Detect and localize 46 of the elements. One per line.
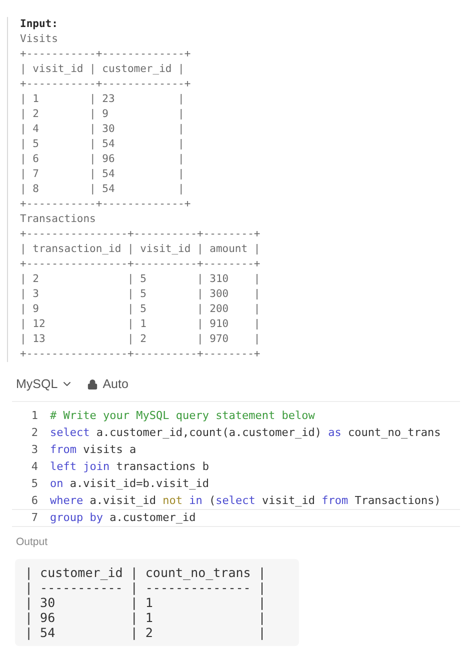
table-text-line: | 5 | 54 | xyxy=(20,137,184,152)
language-selector[interactable]: MySQL xyxy=(16,374,73,394)
line-number: 5 xyxy=(30,476,38,492)
table-text-line: | 3 | 5 | 300 | xyxy=(20,287,260,302)
table-text-line: | 2 | 9 | xyxy=(20,107,184,122)
output-text-line: | 54 | 2 | xyxy=(25,624,266,640)
table-text-line: | 1 | 23 | xyxy=(20,92,184,107)
line-number: 7 xyxy=(30,510,38,526)
output-label: Output xyxy=(16,535,48,550)
table-text-line: | 8 | 54 | xyxy=(20,182,184,197)
code-line: from visits a xyxy=(50,442,136,458)
table-text-line: +----------------+----------+--------+ xyxy=(20,257,260,272)
output-text-line: | customer_id | count_no_trans | xyxy=(25,564,266,580)
code-line: # Write your MySQL query statement below xyxy=(50,408,315,424)
output-text-line: | 30 | 1 | xyxy=(25,594,266,610)
table-text-line: | 9 | 5 | 200 | xyxy=(20,302,260,317)
code-line: on a.visit_id=b.visit_id xyxy=(50,476,209,492)
table-text-line: | 12 | 1 | 910 | xyxy=(20,317,260,332)
table-text-line: | 6 | 96 | xyxy=(20,152,184,167)
table-text-line: | 2 | 5 | 310 | xyxy=(20,272,260,287)
code-line: where a.visit_id not in (select visit_id from Transactions) xyxy=(50,493,441,509)
input-label: Input: xyxy=(20,17,58,32)
table-text-line: +-----------+-------------+ xyxy=(20,197,191,212)
table-text-line: +----------------+----------+--------+ xyxy=(20,347,260,362)
mode-label: Auto xyxy=(102,376,128,393)
table-text-line: | 4 | 30 | xyxy=(20,122,184,137)
table-text-line: +----------------+----------+--------+ xyxy=(20,227,260,242)
code-line: group by a.customer_id xyxy=(50,510,196,526)
output-text-line: | 96 | 1 | xyxy=(25,610,266,625)
table-text-line: +-----------+-------------+ xyxy=(20,47,191,62)
line-number: 3 xyxy=(30,442,38,458)
table-text-line: +-----------+-------------+ xyxy=(20,77,191,92)
lock-icon xyxy=(86,378,98,390)
line-number: 6 xyxy=(30,493,38,509)
output-text-line: | ----------- | -------------- | xyxy=(25,580,266,595)
line-number: 2 xyxy=(30,425,38,441)
line-number: 4 xyxy=(30,459,38,475)
table-text-line: | visit_id | customer_id | xyxy=(20,62,184,77)
table-text-line: Visits xyxy=(20,32,58,47)
table-text-line: | transaction_id | visit_id | amount | xyxy=(20,242,260,257)
table-text-line: | 13 | 2 | 970 | xyxy=(20,332,260,347)
line-number: 1 xyxy=(30,408,38,424)
table-text-line: | 7 | 54 | xyxy=(20,167,184,182)
code-line: left join transactions b xyxy=(50,459,209,475)
code-line: select a.customer_id,count(a.customer_id) as count_no_trans xyxy=(50,425,441,441)
table-text-line: Transactions xyxy=(20,212,96,227)
